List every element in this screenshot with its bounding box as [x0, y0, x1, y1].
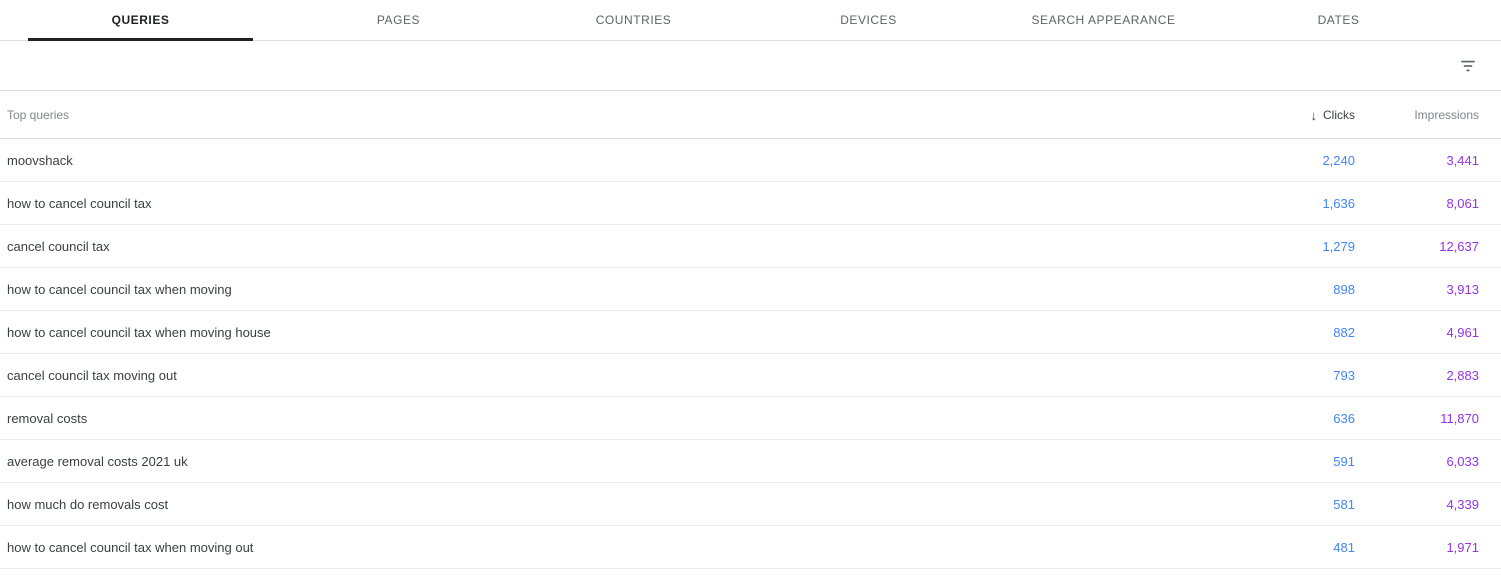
cell-clicks: 581	[1333, 496, 1355, 512]
cell-clicks: 591	[1333, 453, 1355, 469]
cell-clicks: 793	[1333, 367, 1355, 383]
tab-bar: QUERIES PAGES COUNTRIES DEVICES SEARCH APPEA…	[0, 0, 1501, 41]
table-row[interactable]: moovshack 2,240 3,441	[0, 139, 1501, 182]
cell-impressions: 12,637	[1439, 238, 1479, 254]
cell-clicks: 1,636	[1322, 195, 1355, 211]
cell-query: how to cancel council tax when moving ou…	[7, 539, 254, 555]
table-row[interactable]: how to cancel council tax when moving 898…	[0, 268, 1501, 311]
column-header-query: Top queries	[7, 107, 70, 122]
cell-impressions: 4,961	[1446, 324, 1479, 340]
cell-impressions: 3,441	[1446, 152, 1479, 168]
cell-query: moovshack	[7, 152, 73, 168]
column-header-clicks[interactable]: ↓ Clicks	[1231, 108, 1366, 122]
cell-query: cancel council tax	[7, 238, 110, 254]
tab-dates[interactable]: DATES	[1221, 0, 1456, 40]
cell-clicks: 898	[1333, 281, 1355, 297]
cell-impressions: 11,870	[1440, 410, 1479, 426]
cell-clicks: 1,279	[1322, 238, 1355, 254]
table-row[interactable]: cancel council tax moving out 793 2,883	[0, 354, 1501, 397]
table-row[interactable]: how to cancel council tax when moving ou…	[0, 526, 1501, 569]
cell-query: how to cancel council tax when moving ho…	[7, 324, 271, 340]
filter-list-icon	[1461, 60, 1475, 71]
tab-search-appearance[interactable]: SEARCH APPEARANCE	[986, 0, 1221, 40]
table-row[interactable]: how to cancel council tax 1,636 8,061	[0, 182, 1501, 225]
tab-devices[interactable]: DEVICES	[751, 0, 986, 40]
cell-impressions: 6,033	[1446, 453, 1479, 469]
cell-query: cancel council tax moving out	[7, 367, 177, 383]
table-row[interactable]: how much do removals cost 581 4,339	[0, 483, 1501, 526]
table-row[interactable]: removal costs 636 11,870	[0, 397, 1501, 440]
table-row[interactable]: average removal costs 2021 uk 591 6,033	[0, 440, 1501, 483]
filter-toolbar	[0, 41, 1501, 91]
cell-query: how to cancel council tax when moving	[7, 281, 232, 297]
cell-impressions: 4,339	[1446, 496, 1479, 512]
tab-countries[interactable]: COUNTRIES	[516, 0, 751, 40]
table-header-row: Top queries ↓ Clicks Impressions	[0, 91, 1501, 139]
cell-impressions: 1,971	[1446, 539, 1479, 555]
cell-query: average removal costs 2021 uk	[7, 453, 188, 469]
cell-impressions: 8,061	[1446, 195, 1479, 211]
column-header-clicks-label: Clicks	[1323, 107, 1355, 122]
cell-clicks: 2,240	[1322, 152, 1355, 168]
cell-impressions: 3,913	[1446, 281, 1479, 297]
filter-button[interactable]	[1453, 51, 1483, 81]
sort-descending-icon: ↓	[1310, 107, 1318, 123]
cell-clicks: 882	[1333, 324, 1355, 340]
cell-clicks: 636	[1333, 410, 1355, 426]
tab-queries[interactable]: QUERIES	[0, 0, 281, 41]
cell-query: how much do removals cost	[7, 496, 169, 512]
search-performance-panel: QUERIES PAGES COUNTRIES DEVICES SEARCH APPEA…	[0, 0, 1501, 575]
tab-pages[interactable]: PAGES	[281, 0, 516, 40]
cell-query: how to cancel council tax	[7, 195, 152, 211]
cell-impressions: 2,883	[1446, 367, 1479, 383]
cell-query: removal costs	[7, 410, 88, 426]
table-row[interactable]: cancel council tax 1,279 12,637	[0, 225, 1501, 268]
table-body: moovshack 2,240 3,441 how to cancel council…	[0, 139, 1501, 569]
queries-table: Top queries ↓ Clicks Impressions moovshac…	[0, 91, 1501, 569]
cell-clicks: 481	[1333, 539, 1355, 555]
table-row[interactable]: how to cancel council tax when moving ho…	[0, 311, 1501, 354]
column-header-impressions[interactable]: Impressions	[1366, 108, 1501, 122]
